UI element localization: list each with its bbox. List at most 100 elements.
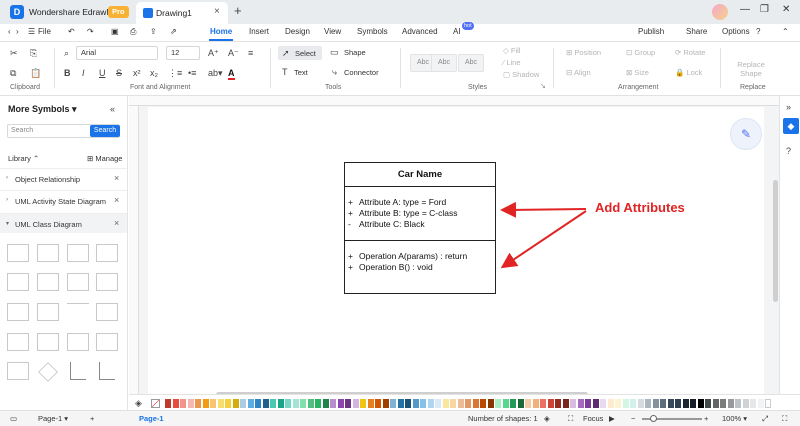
font-family-select[interactable]: Arial xyxy=(76,46,158,60)
menu-icon[interactable]: ☰ xyxy=(28,27,35,36)
color-swatch[interactable] xyxy=(225,399,231,408)
shape-thumbnail[interactable] xyxy=(96,303,118,321)
decrease-font-icon[interactable]: A⁻ xyxy=(228,48,239,59)
add-page-button[interactable]: + xyxy=(90,414,94,423)
color-swatch[interactable] xyxy=(742,399,749,408)
minimize-icon[interactable]: — xyxy=(740,4,750,15)
publish-button[interactable]: Publish xyxy=(638,27,664,36)
underline-icon[interactable]: U xyxy=(99,68,106,78)
color-swatch[interactable] xyxy=(465,399,471,408)
color-swatch[interactable] xyxy=(592,399,599,408)
color-swatch[interactable] xyxy=(562,399,569,408)
avatar[interactable] xyxy=(712,4,728,20)
save-icon[interactable]: ▣ xyxy=(111,27,119,36)
search-input[interactable]: Search xyxy=(11,127,33,134)
color-swatch[interactable] xyxy=(480,399,486,408)
options-button[interactable]: Options xyxy=(722,27,750,36)
color-swatch[interactable] xyxy=(345,399,351,408)
color-swatch[interactable] xyxy=(607,399,614,408)
shape-thumbnail[interactable] xyxy=(37,244,59,262)
shape-thumbnail[interactable] xyxy=(7,244,29,262)
color-swatch[interactable] xyxy=(270,399,276,408)
collapse-sidebar-icon[interactable]: « xyxy=(110,104,115,114)
color-swatch[interactable] xyxy=(615,399,621,408)
select-tool[interactable]: ➚ Select xyxy=(278,46,322,60)
color-swatch[interactable] xyxy=(375,399,381,408)
styles-expand-icon[interactable]: ↘ xyxy=(540,82,546,90)
document-tab[interactable]: Drawing1 × xyxy=(136,2,228,24)
sidebar-title[interactable]: More Symbols ▾ xyxy=(8,104,77,115)
copy-icon[interactable]: ⎘ xyxy=(30,48,37,59)
tab-view[interactable]: View xyxy=(324,27,341,36)
color-swatch[interactable] xyxy=(195,399,201,408)
cut-icon[interactable]: ✂ xyxy=(10,48,18,59)
export-icon[interactable]: ⇪ xyxy=(150,27,157,36)
increase-font-icon[interactable]: A⁺ xyxy=(208,48,219,59)
share-file-icon[interactable]: ⇗ xyxy=(170,27,177,36)
shape-thumbnail[interactable] xyxy=(37,303,59,321)
color-swatch[interactable] xyxy=(757,399,764,408)
style-sample-3[interactable]: Abc xyxy=(458,54,484,72)
forward-icon[interactable]: › xyxy=(16,27,19,36)
color-swatch[interactable] xyxy=(667,399,674,408)
superscript-icon[interactable]: x² xyxy=(133,68,141,78)
color-swatch[interactable] xyxy=(712,399,719,408)
color-swatch[interactable] xyxy=(765,399,771,408)
color-swatch[interactable] xyxy=(330,399,336,408)
line-button[interactable]: ∕ Line xyxy=(503,58,521,67)
back-icon[interactable]: ‹ xyxy=(8,27,11,36)
color-swatch[interactable] xyxy=(210,399,216,408)
shape-thumbnail[interactable] xyxy=(96,244,118,262)
color-swatch[interactable] xyxy=(180,399,186,408)
manage-button[interactable]: ⊞ Manage xyxy=(87,154,122,163)
page-selector[interactable]: Page-1 ▾ xyxy=(38,414,68,423)
print-icon[interactable]: ⎙ xyxy=(130,27,136,37)
diamond-thumbnail[interactable] xyxy=(38,362,58,382)
color-swatch[interactable] xyxy=(660,399,666,408)
color-swatch[interactable] xyxy=(360,399,366,408)
fill-button[interactable]: ◇ Fill xyxy=(503,46,520,55)
replace-shape-button[interactable]: Replace Shape xyxy=(733,60,769,78)
shape-thumbnail[interactable] xyxy=(7,362,29,380)
vertical-scrollbar[interactable] xyxy=(773,180,778,302)
style-sample-2[interactable]: Abc xyxy=(431,54,457,72)
library-item-uml-activity[interactable]: › UML Activity State Diagram × xyxy=(0,190,127,210)
size-button[interactable]: ⊠ Size xyxy=(626,68,649,77)
color-swatch[interactable] xyxy=(727,399,734,408)
align-button[interactable]: ⊟ Align xyxy=(566,68,591,77)
uml-operations-section[interactable]: + Operation A(params) : return + Operati… xyxy=(345,241,495,293)
color-swatch[interactable] xyxy=(217,399,224,408)
align-icon[interactable]: ≡ xyxy=(248,48,253,58)
color-swatch[interactable] xyxy=(450,399,456,408)
color-swatch[interactable] xyxy=(652,399,659,408)
shape-thumbnail[interactable] xyxy=(7,273,29,291)
color-swatch[interactable] xyxy=(412,399,419,408)
fit-page-icon[interactable]: ⤢ xyxy=(762,414,768,424)
shadow-button[interactable]: ▢ Shadow xyxy=(503,70,539,79)
tab-insert[interactable]: Insert xyxy=(249,27,269,36)
shape-thumbnail[interactable] xyxy=(37,273,59,291)
color-swatch[interactable] xyxy=(487,399,494,408)
font-color-icon[interactable]: A xyxy=(228,68,235,80)
color-swatch[interactable] xyxy=(525,399,531,408)
library-item-object-relationship[interactable]: › Object Relationship × xyxy=(0,168,127,188)
close-tab-icon[interactable]: × xyxy=(214,6,220,17)
color-swatch[interactable] xyxy=(630,399,636,408)
color-swatch[interactable] xyxy=(285,399,291,408)
rotate-button[interactable]: ⟳ Rotate xyxy=(675,48,705,57)
paste-icon[interactable]: 📋 xyxy=(30,68,41,79)
connector-thumbnail[interactable] xyxy=(70,362,86,380)
color-swatch[interactable] xyxy=(750,399,756,408)
new-tab-button[interactable]: + xyxy=(234,3,242,18)
shape-thumbnail[interactable] xyxy=(7,333,29,351)
tab-symbols[interactable]: Symbols xyxy=(357,27,388,36)
uml-class-shape[interactable]: Car Name + Attribute A: type = Ford + At… xyxy=(344,162,496,294)
fill-bucket-icon[interactable]: ◈ xyxy=(135,398,142,409)
color-swatch[interactable] xyxy=(690,399,696,408)
close-icon[interactable]: × xyxy=(114,218,119,228)
color-swatch[interactable] xyxy=(292,399,299,408)
numbered-list-icon[interactable]: ⋮≡ xyxy=(168,68,182,79)
color-swatch[interactable] xyxy=(585,399,591,408)
color-swatch[interactable] xyxy=(682,399,689,408)
color-swatch[interactable] xyxy=(547,399,554,408)
